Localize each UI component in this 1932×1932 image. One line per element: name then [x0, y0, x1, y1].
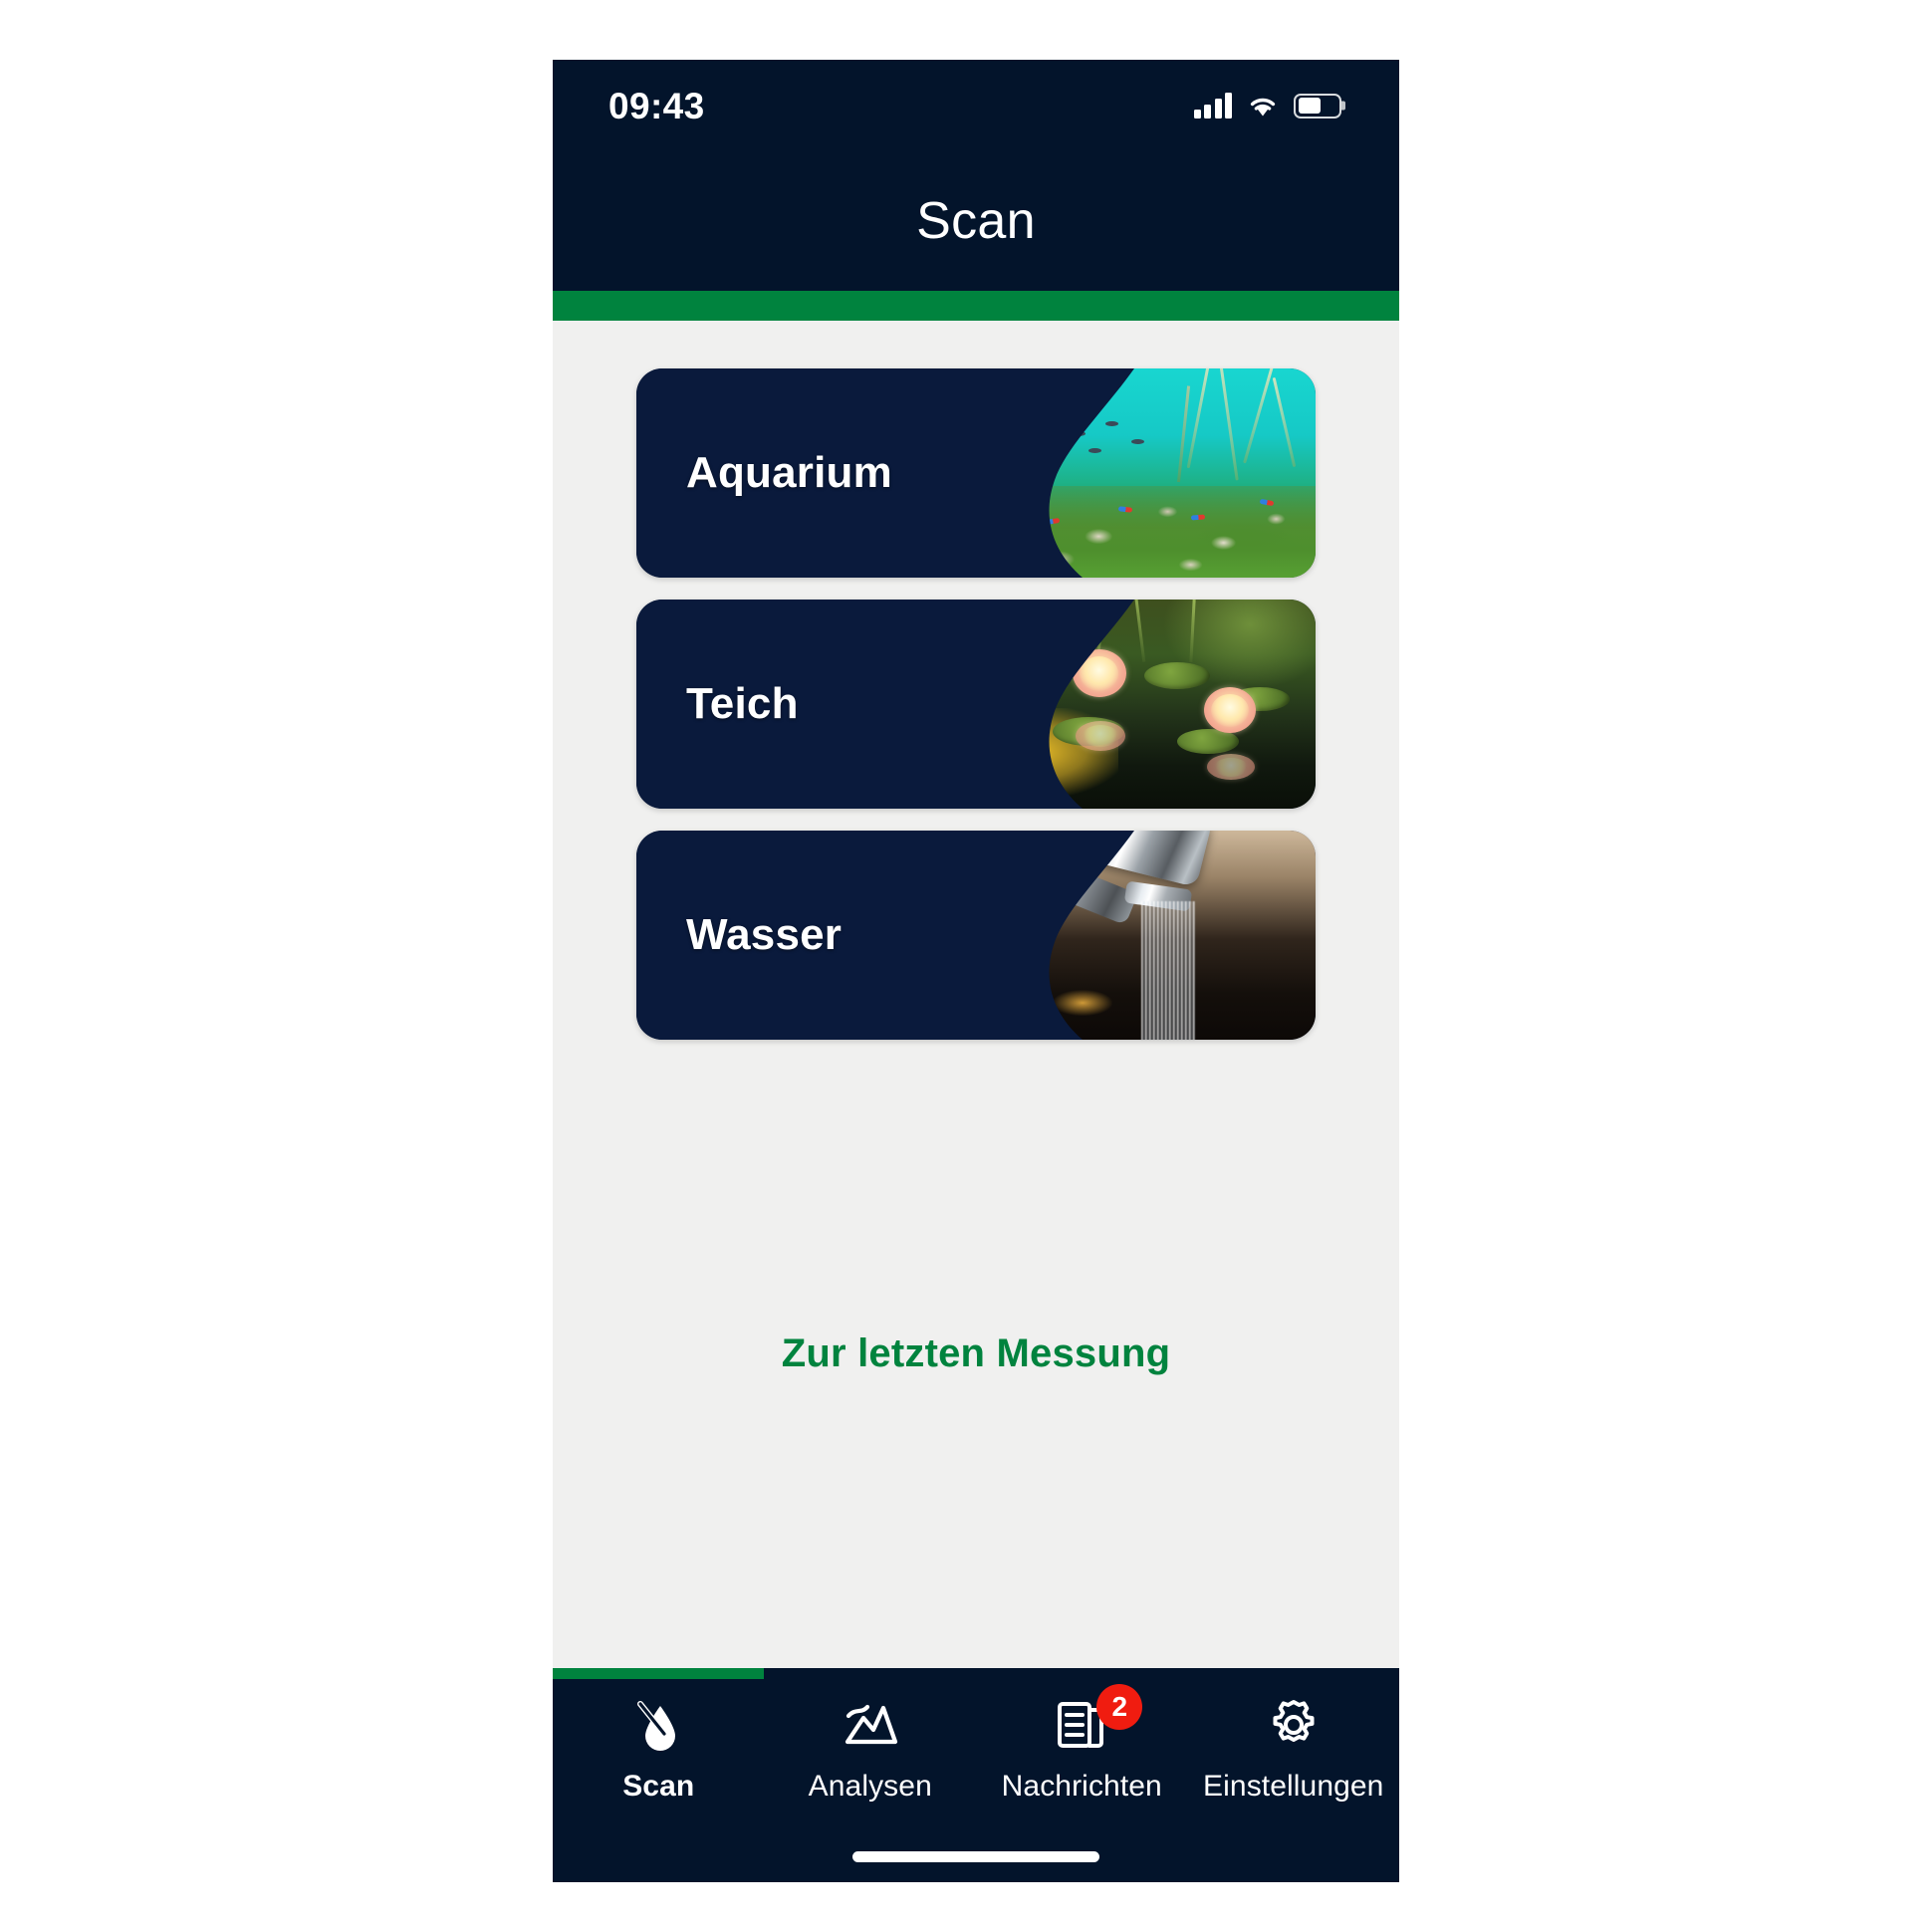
phone-screen: 09:43 Scan Aquarium Teich Wasser Zur let…	[553, 60, 1399, 1882]
home-indicator	[852, 1851, 1099, 1862]
newspaper-icon: 2	[1051, 1684, 1143, 1756]
status-bar-time: 09:43	[608, 85, 705, 126]
battery-icon	[1294, 93, 1341, 119]
chart-mountain-icon	[840, 1694, 901, 1756]
faucet-photo	[987, 831, 1316, 1040]
tab-label: Analysen	[808, 1770, 932, 1803]
last-measurement-link[interactable]: Zur letzten Messung	[782, 1331, 1171, 1376]
tab-label: Scan	[622, 1770, 695, 1803]
gear-icon	[1263, 1694, 1325, 1756]
active-tab-indicator	[553, 1668, 764, 1679]
status-bar: 09:43	[553, 60, 1399, 151]
tab-scan[interactable]: Scan	[553, 1694, 765, 1804]
page-title: Scan	[916, 192, 1036, 250]
card-teich[interactable]: Teich	[636, 600, 1316, 809]
tab-analysen[interactable]: Analysen	[765, 1694, 977, 1804]
card-aquarium[interactable]: Aquarium	[636, 368, 1316, 578]
status-bar-icons	[1193, 93, 1341, 119]
water-drop-scan-icon	[627, 1694, 689, 1756]
notification-badge: 2	[1096, 1684, 1143, 1730]
nav-header: Scan	[553, 151, 1399, 291]
main-content: Aquarium Teich Wasser Zur letzten Messun…	[553, 321, 1399, 1668]
card-label: Wasser	[686, 910, 843, 959]
tab-einstellungen[interactable]: Einstellungen	[1188, 1694, 1400, 1804]
header-accent-bar	[553, 291, 1399, 321]
cellular-signal-icon	[1193, 93, 1232, 119]
tab-label: Einstellungen	[1203, 1770, 1384, 1803]
last-measurement-link-wrap: Zur letzten Messung	[553, 1331, 1399, 1376]
card-wasser[interactable]: Wasser	[636, 831, 1316, 1040]
pond-photo	[940, 600, 1316, 809]
aquarium-photo	[987, 368, 1316, 578]
tab-label: Nachrichten	[1001, 1770, 1162, 1803]
bottom-tab-bar: Scan Analysen 2 Nachrichten Einstellunge…	[553, 1668, 1399, 1882]
screenshot-stage: 09:43 Scan Aquarium Teich Wasser Zur let…	[0, 0, 1932, 1932]
card-label: Teich	[686, 679, 799, 728]
wifi-icon	[1250, 98, 1276, 117]
tab-nachrichten[interactable]: 2 Nachrichten	[976, 1684, 1188, 1804]
card-label: Aquarium	[686, 448, 892, 497]
